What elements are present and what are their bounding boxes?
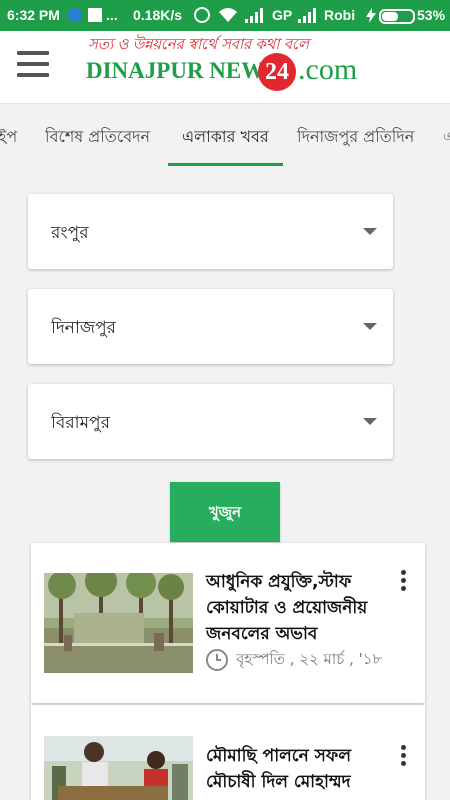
carrier-2: Robi	[324, 7, 356, 23]
usb-icon	[68, 8, 82, 22]
logo-suffix: .com	[298, 53, 358, 86]
signal-icon-1	[245, 8, 263, 23]
more-options-icon[interactable]	[401, 745, 407, 769]
upazila-select-value: বিরামপুর	[51, 413, 110, 433]
tab-area-news[interactable]: এলাকার খবর	[182, 124, 269, 151]
news-card[interactable]: আধুনিক প্রযুক্তি,স্টাফ কোয়াটার ও প্রয়ো…	[31, 543, 425, 703]
network-speed: 0.18K/s	[133, 7, 183, 23]
clock-icon	[206, 648, 228, 671]
district-select-value: দিনাজপুর	[51, 318, 116, 338]
carrier-1: GP	[272, 7, 293, 23]
news-thumbnail[interactable]	[44, 736, 193, 800]
more-notifications-icon: ...	[106, 7, 118, 23]
battery-percent: 53%	[417, 7, 446, 23]
charging-icon	[366, 8, 376, 23]
maps-icon	[88, 8, 102, 22]
chevron-down-icon	[363, 418, 377, 425]
signal-icon-2	[298, 8, 316, 23]
category-tabs: ইপ বিশেষ প্রতিবেদন এলাকার খবর দিনাজপুর প…	[0, 103, 450, 166]
status-time: 6:32 PM	[7, 7, 60, 23]
menu-icon[interactable]	[17, 51, 49, 77]
news-thumbnail[interactable]	[44, 573, 193, 673]
tab-dinajpur-daily[interactable]: দিনাজপুর প্রতিদিন	[297, 124, 414, 151]
tab-special-report[interactable]: বিশেষ প্রতিবেদন	[45, 124, 150, 151]
logo-number: 24	[258, 53, 296, 91]
wifi-icon	[219, 8, 237, 22]
news-title[interactable]: আধুনিক প্রযুক্তি,স্টাফ কোয়াটার ও প্রয়ো…	[206, 569, 396, 647]
news-date-text: বৃহস্পতি , ২২ মার্চ , '১৮	[236, 650, 383, 668]
active-tab-indicator	[168, 163, 283, 166]
search-button[interactable]: খুজুন	[170, 482, 280, 542]
division-select[interactable]: রংপুর	[28, 194, 393, 269]
division-select-value: রংপুর	[51, 223, 89, 243]
logo-text: DINAJPUR NEWS	[86, 58, 278, 83]
news-date: বৃহস্পতি , ২২ মার্চ , '১৮	[206, 648, 382, 673]
alarm-icon	[194, 7, 210, 23]
tab-more-indicator[interactable]: এ	[443, 124, 450, 151]
upazila-select[interactable]: বিরামপুর	[28, 384, 393, 459]
chevron-down-icon	[363, 228, 377, 235]
battery-icon	[379, 9, 415, 24]
news-card[interactable]: মৌমাছি পালনে সফল মৌচাষী দিল মোহাম্মদ	[31, 705, 425, 800]
status-bar: 6:32 PM ... 0.18K/s GP Robi 53%	[0, 0, 450, 31]
district-select[interactable]: দিনাজপুর	[28, 289, 393, 364]
tab-partial[interactable]: ইপ	[0, 124, 17, 151]
more-options-icon[interactable]	[401, 570, 407, 594]
chevron-down-icon	[363, 323, 377, 330]
news-title[interactable]: মৌমাছি পালনে সফল মৌচাষী দিল মোহাম্মদ	[206, 743, 396, 795]
